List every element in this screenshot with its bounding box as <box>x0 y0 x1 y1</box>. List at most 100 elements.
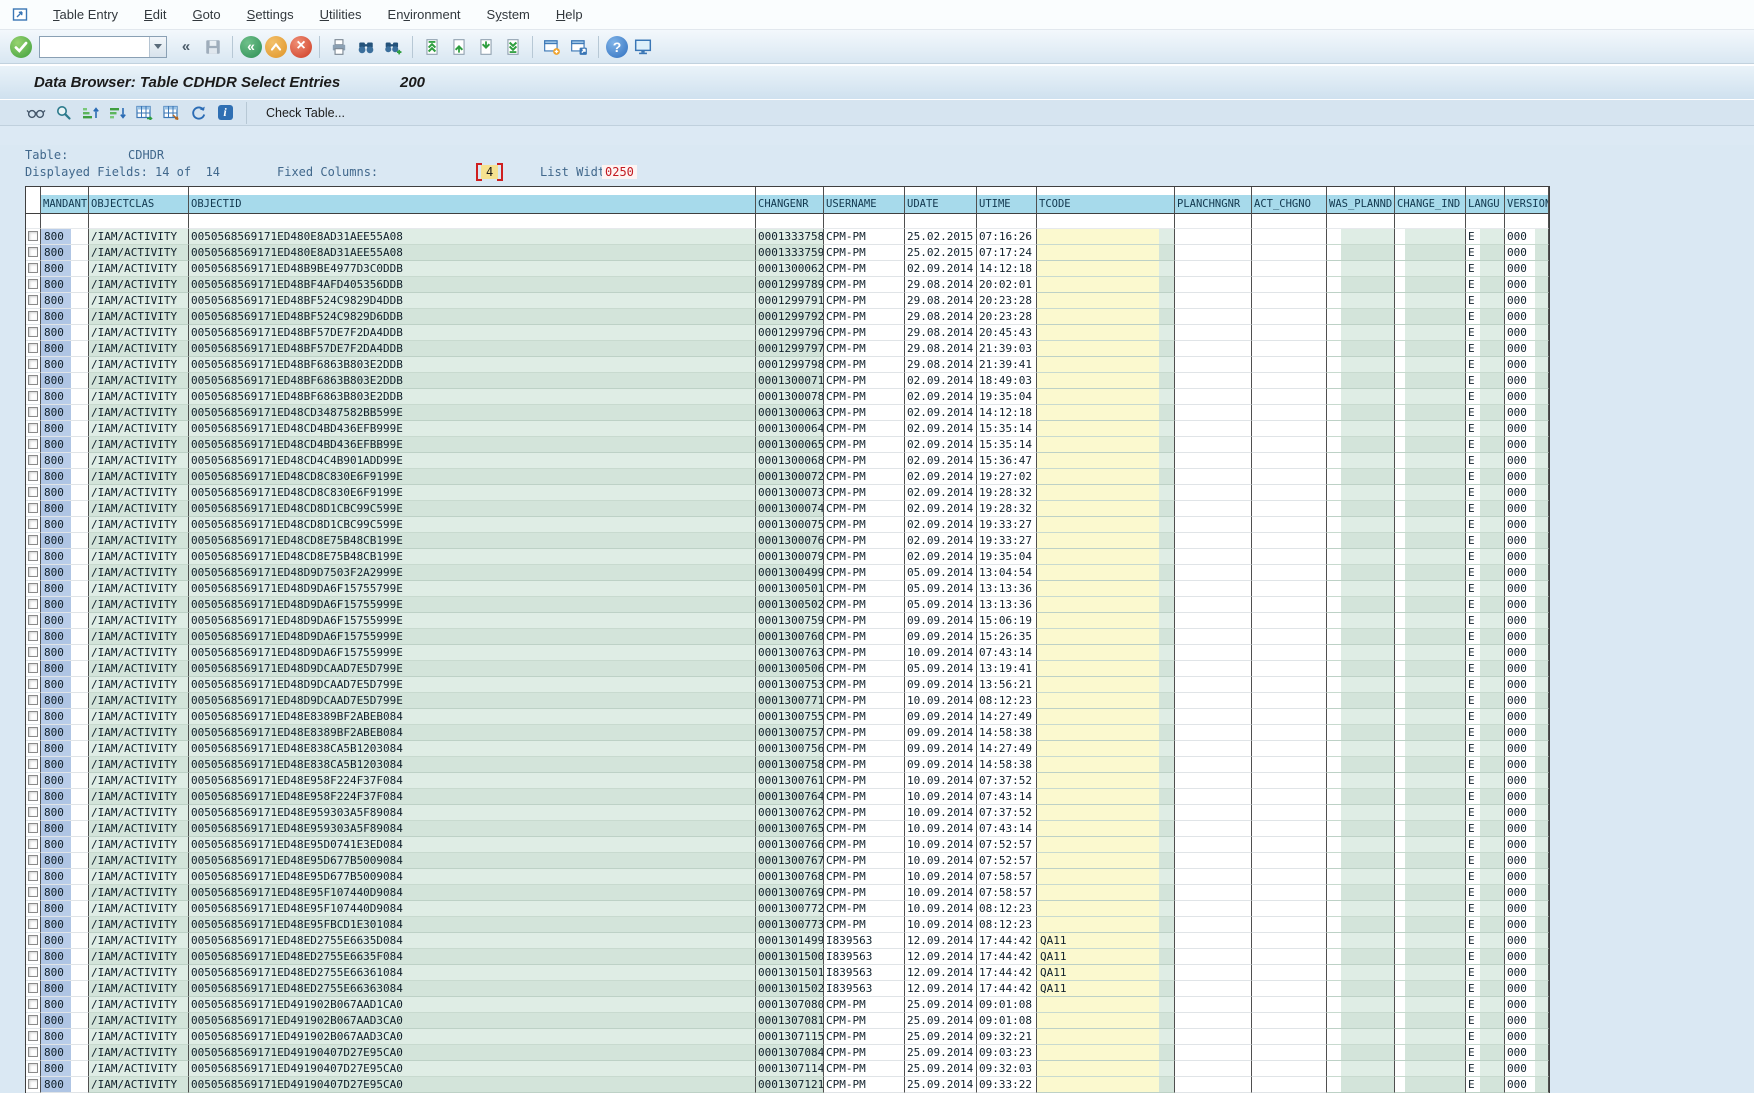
cell-objectid[interactable]: 0050568569171ED48CD3487582BB599E <box>189 405 756 421</box>
cell-act_chgno[interactable] <box>1252 725 1327 741</box>
cell-planchngnr[interactable] <box>1175 885 1252 901</box>
cell-was_plannd[interactable] <box>1327 1045 1395 1061</box>
cell-changenr[interactable]: 0001300065 <box>756 437 824 453</box>
cell-objectclas[interactable]: /IAM/ACTIVITY <box>89 261 189 277</box>
cell-utime[interactable]: 21:39:03 <box>977 341 1037 357</box>
cell-version[interactable]: 000 <box>1505 533 1549 549</box>
enter-button[interactable] <box>10 36 32 58</box>
cell-utime[interactable]: 19:35:04 <box>977 389 1037 405</box>
cell-planchngnr[interactable] <box>1175 629 1252 645</box>
cell-planchngnr[interactable] <box>1175 725 1252 741</box>
column-header-objectid[interactable]: OBJECTID <box>189 195 756 214</box>
cell-utime[interactable]: 07:43:14 <box>977 789 1037 805</box>
cell-utime[interactable]: 07:58:57 <box>977 869 1037 885</box>
cell-utime[interactable]: 13:13:36 <box>977 597 1037 613</box>
cell-username[interactable]: CPM-PM <box>824 245 905 261</box>
cell-tcode[interactable] <box>1037 549 1175 565</box>
menu-item-system[interactable]: System <box>474 7 543 22</box>
cell-objectid[interactable]: 0050568569171ED48E95FBCD1E301084 <box>189 917 756 933</box>
cell-planchngnr[interactable] <box>1175 645 1252 661</box>
cell-utime[interactable]: 13:19:41 <box>977 661 1037 677</box>
cell-version[interactable]: 000 <box>1505 981 1549 997</box>
cell-username[interactable]: CPM-PM <box>824 309 905 325</box>
cell-change_ind[interactable] <box>1395 789 1466 805</box>
cell-langu[interactable]: E <box>1466 853 1505 869</box>
cell-changenr[interactable]: 0001300062 <box>756 261 824 277</box>
cell-udate[interactable]: 25.09.2014 <box>905 1061 977 1077</box>
cell-version[interactable]: 000 <box>1505 885 1549 901</box>
cell-langu[interactable]: E <box>1466 773 1505 789</box>
cell-langu[interactable]: E <box>1466 293 1505 309</box>
find-next-icon[interactable] <box>381 35 405 59</box>
cell-utime[interactable]: 21:39:41 <box>977 357 1037 373</box>
cell-changenr[interactable]: 0001307114 <box>756 1061 824 1077</box>
row-checkbox[interactable] <box>28 823 38 833</box>
cell-mandant[interactable]: 800 <box>41 453 89 469</box>
cell-was_plannd[interactable] <box>1327 965 1395 981</box>
cancel-button[interactable] <box>290 36 312 58</box>
cell-mandant[interactable]: 800 <box>41 629 89 645</box>
cell-act_chgno[interactable] <box>1252 1045 1327 1061</box>
cell-was_plannd[interactable] <box>1327 597 1395 613</box>
cell-udate[interactable]: 02.09.2014 <box>905 485 977 501</box>
cell-change_ind[interactable] <box>1395 805 1466 821</box>
cell-changenr[interactable]: 0001300063 <box>756 405 824 421</box>
cell-act_chgno[interactable] <box>1252 293 1327 309</box>
cell-was_plannd[interactable] <box>1327 645 1395 661</box>
cell-langu[interactable]: E <box>1466 453 1505 469</box>
context-menu-icon[interactable] <box>12 7 30 23</box>
cell-udate[interactable]: 02.09.2014 <box>905 389 977 405</box>
cell-was_plannd[interactable] <box>1327 565 1395 581</box>
cell-username[interactable]: CPM-PM <box>824 341 905 357</box>
cell-objectid[interactable]: 0050568569171ED48CD4BD436EFBB99E <box>189 437 756 453</box>
cell-changenr[interactable]: 0001307115 <box>756 1029 824 1045</box>
column-header-langu[interactable]: LANGU <box>1466 195 1505 214</box>
cell-objectid[interactable]: 0050568569171ED48B9BE4977D3C0DDB <box>189 261 756 277</box>
cell-was_plannd[interactable] <box>1327 453 1395 469</box>
cell-langu[interactable]: E <box>1466 997 1505 1013</box>
cell-change_ind[interactable] <box>1395 357 1466 373</box>
cell-was_plannd[interactable] <box>1327 581 1395 597</box>
cell-changenr[interactable]: 0001300766 <box>756 837 824 853</box>
cell-was_plannd[interactable] <box>1327 885 1395 901</box>
cell-act_chgno[interactable] <box>1252 309 1327 325</box>
cell-change_ind[interactable] <box>1395 437 1466 453</box>
cell-planchngnr[interactable] <box>1175 821 1252 837</box>
row-checkbox[interactable] <box>28 1047 38 1057</box>
cell-changenr[interactable]: 0001300074 <box>756 501 824 517</box>
cell-act_chgno[interactable] <box>1252 405 1327 421</box>
cell-utime[interactable]: 14:58:38 <box>977 757 1037 773</box>
cell-tcode[interactable]: QA11 <box>1037 933 1175 949</box>
cell-username[interactable]: CPM-PM <box>824 741 905 757</box>
cell-version[interactable]: 000 <box>1505 853 1549 869</box>
cell-objectclas[interactable]: /IAM/ACTIVITY <box>89 837 189 853</box>
cell-act_chgno[interactable] <box>1252 949 1327 965</box>
cell-planchngnr[interactable] <box>1175 805 1252 821</box>
cell-objectclas[interactable]: /IAM/ACTIVITY <box>89 517 189 533</box>
cell-utime[interactable]: 15:36:47 <box>977 453 1037 469</box>
cell-udate[interactable]: 29.08.2014 <box>905 309 977 325</box>
cell-change_ind[interactable] <box>1395 837 1466 853</box>
cell-langu[interactable]: E <box>1466 661 1505 677</box>
cell-username[interactable]: CPM-PM <box>824 277 905 293</box>
cell-username[interactable]: CPM-PM <box>824 709 905 725</box>
cell-udate[interactable]: 02.09.2014 <box>905 421 977 437</box>
check-table-button[interactable]: Check Table... <box>266 106 345 120</box>
display-icon[interactable] <box>26 104 46 122</box>
cell-utime[interactable]: 15:35:14 <box>977 437 1037 453</box>
cell-objectclas[interactable]: /IAM/ACTIVITY <box>89 277 189 293</box>
cell-planchngnr[interactable] <box>1175 597 1252 613</box>
cell-langu[interactable]: E <box>1466 709 1505 725</box>
cell-was_plannd[interactable] <box>1327 853 1395 869</box>
cell-utime[interactable]: 17:44:42 <box>977 965 1037 981</box>
find-icon[interactable] <box>354 35 378 59</box>
cell-change_ind[interactable] <box>1395 341 1466 357</box>
cell-udate[interactable]: 29.08.2014 <box>905 277 977 293</box>
row-checkbox[interactable] <box>28 807 38 817</box>
cell-was_plannd[interactable] <box>1327 613 1395 629</box>
menu-item-utilities[interactable]: Utilities <box>307 7 375 22</box>
cell-objectid[interactable]: 0050568569171ED48CD8E75B48CB199E <box>189 533 756 549</box>
cell-username[interactable]: I839563 <box>824 965 905 981</box>
cell-utime[interactable]: 07:43:14 <box>977 645 1037 661</box>
cell-objectclas[interactable]: /IAM/ACTIVITY <box>89 981 189 997</box>
